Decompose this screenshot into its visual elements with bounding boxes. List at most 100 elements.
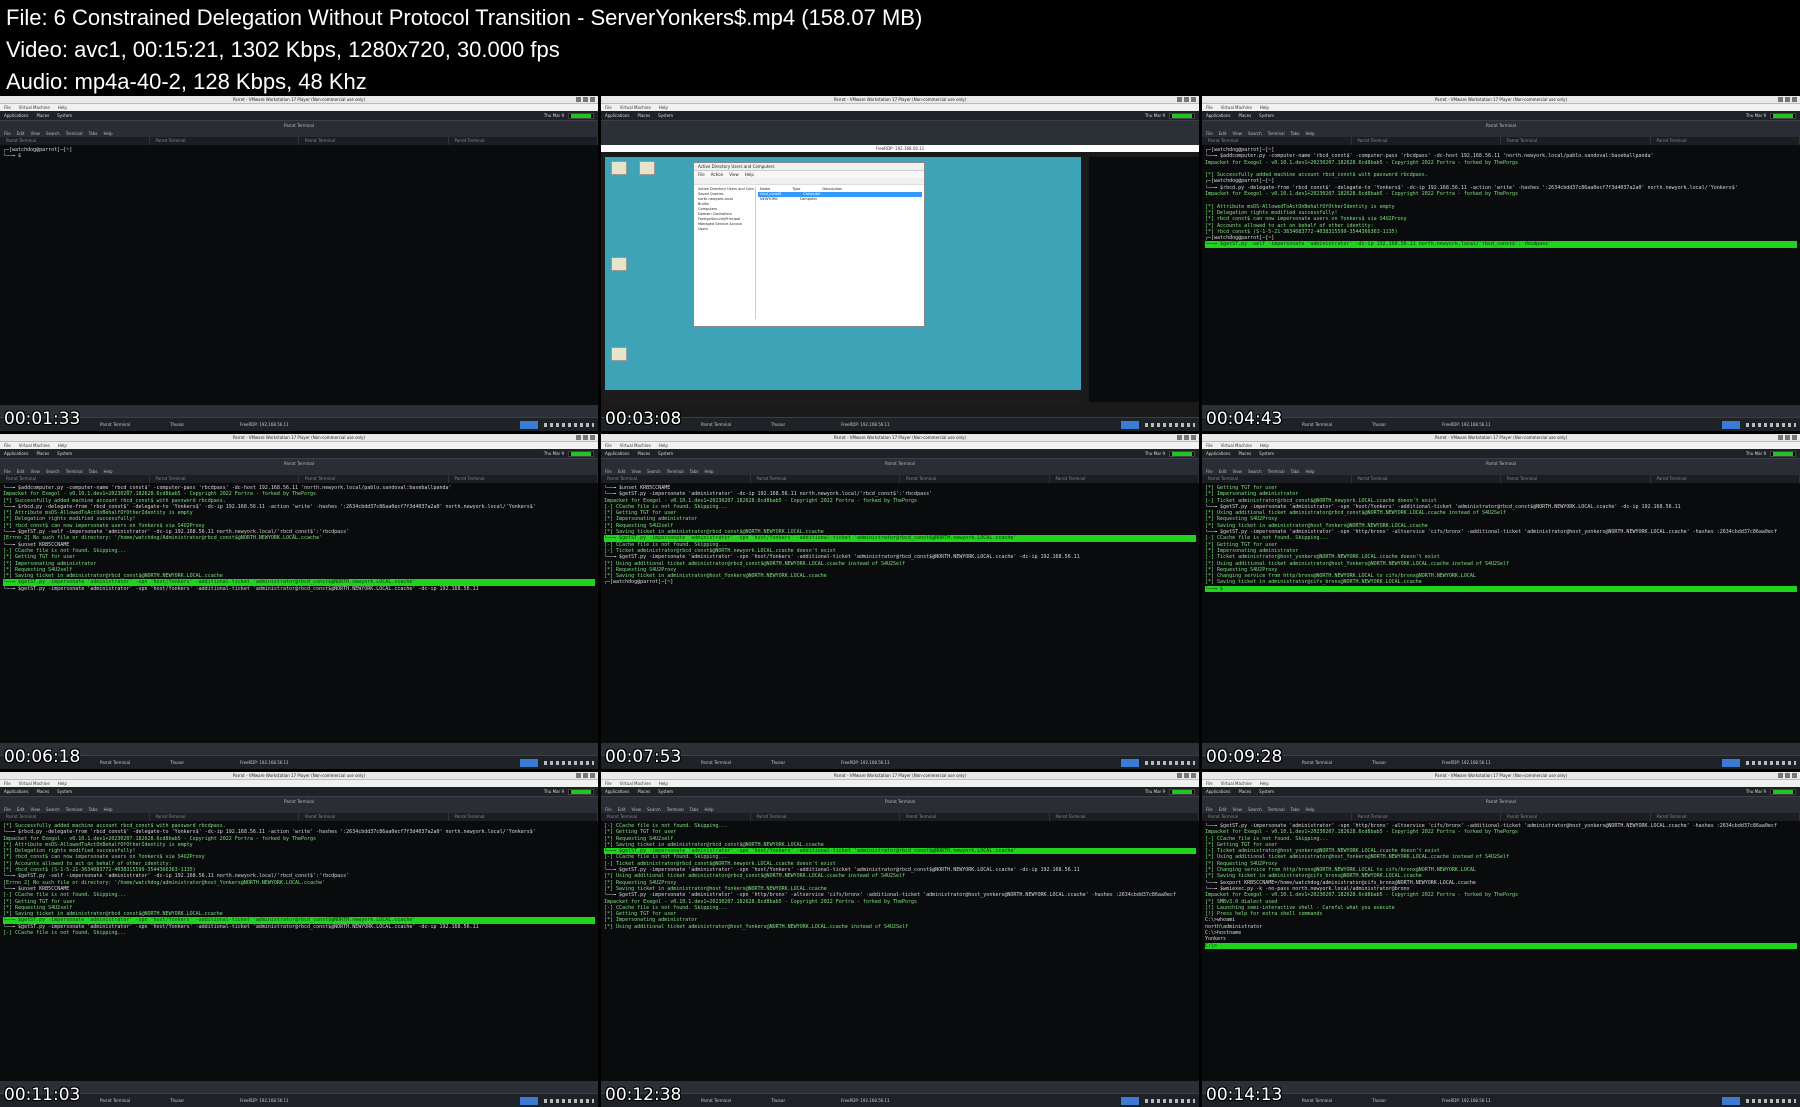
taskbar-item[interactable]: Parrot Terminal bbox=[701, 1097, 731, 1105]
panel-menu-item[interactable]: System bbox=[658, 111, 673, 121]
panel-menu-item[interactable]: System bbox=[1259, 787, 1274, 797]
terminal-menu-item[interactable]: Help bbox=[103, 468, 112, 475]
taskbar-item[interactable]: Parrot Terminal bbox=[701, 421, 731, 429]
terminal-menu-item[interactable]: Help bbox=[1305, 806, 1314, 813]
terminal-menu-item[interactable]: Terminal bbox=[667, 806, 684, 813]
minimize-icon[interactable] bbox=[576, 435, 581, 440]
vm-menu-item[interactable]: Help bbox=[58, 104, 67, 111]
terminal-menu-item[interactable]: File bbox=[1206, 806, 1213, 813]
terminal-menu-item[interactable]: Search bbox=[46, 806, 60, 813]
terminal-menu-item[interactable]: Edit bbox=[17, 806, 25, 813]
terminal-menu-item[interactable]: Help bbox=[103, 130, 112, 137]
taskbar-item[interactable]: Thunar bbox=[771, 759, 785, 767]
maximize-icon[interactable] bbox=[1785, 97, 1790, 102]
terminal-menu-item[interactable]: File bbox=[1206, 468, 1213, 475]
panel-menu-item[interactable]: System bbox=[57, 111, 72, 121]
terminal-tab[interactable]: Parrot Terminal bbox=[601, 813, 751, 821]
terminal-menu-item[interactable]: Help bbox=[1305, 468, 1314, 475]
terminal-tab[interactable]: Parrot Terminal bbox=[601, 475, 751, 483]
menu-item[interactable]: Action bbox=[711, 171, 724, 178]
terminal-tab[interactable]: Parrot Terminal bbox=[449, 813, 598, 821]
workspace-switcher[interactable] bbox=[1722, 421, 1740, 429]
terminal-menu-item[interactable]: View bbox=[1232, 130, 1242, 137]
close-icon[interactable] bbox=[1191, 773, 1196, 778]
terminal-menu-item[interactable]: File bbox=[4, 806, 11, 813]
workspace-switcher[interactable] bbox=[520, 759, 538, 767]
panel-menu-item[interactable]: System bbox=[57, 787, 72, 797]
terminal-menu-item[interactable]: File bbox=[4, 468, 11, 475]
close-icon[interactable] bbox=[1191, 435, 1196, 440]
panel-menu-item[interactable]: Applications bbox=[4, 449, 28, 459]
panel-menu-item[interactable]: Places bbox=[1238, 449, 1251, 459]
panel-menu-item[interactable]: Applications bbox=[605, 449, 629, 459]
taskbar-item[interactable]: Parrot Terminal bbox=[100, 1097, 130, 1105]
terminal-tab[interactable]: Parrot Terminal bbox=[1202, 137, 1352, 145]
vm-menu-item[interactable]: Help bbox=[1260, 780, 1269, 787]
terminal-menu-item[interactable]: Terminal bbox=[1268, 468, 1285, 475]
terminal-tab[interactable]: Parrot Terminal bbox=[150, 137, 299, 145]
desktop-file-icon[interactable] bbox=[611, 257, 627, 271]
workspace-switcher[interactable] bbox=[520, 421, 538, 429]
close-icon[interactable] bbox=[1792, 773, 1797, 778]
vm-menu-item[interactable]: Virtual Machine bbox=[1221, 780, 1252, 787]
terminal-menu-item[interactable]: File bbox=[4, 130, 11, 137]
taskbar-item[interactable]: Thunar bbox=[1372, 421, 1386, 429]
terminal-menu-item[interactable]: Terminal bbox=[1268, 130, 1285, 137]
terminal-tab[interactable]: Parrot Terminal bbox=[1202, 813, 1352, 821]
vm-menu-item[interactable]: Virtual Machine bbox=[620, 780, 651, 787]
terminal-menu-item[interactable]: Terminal bbox=[66, 130, 83, 137]
terminal-menu-item[interactable]: View bbox=[631, 806, 641, 813]
taskbar-item[interactable]: Parrot Terminal bbox=[100, 421, 130, 429]
terminal-menu-item[interactable]: Edit bbox=[17, 130, 25, 137]
minimize-icon[interactable] bbox=[576, 97, 581, 102]
video-thumbnail[interactable]: Parrot - VMware Workstation 17 Player (N… bbox=[601, 772, 1199, 1107]
vm-menu-item[interactable]: File bbox=[1206, 104, 1213, 111]
terminal-menu-item[interactable]: Terminal bbox=[1268, 806, 1285, 813]
vm-menu-item[interactable]: File bbox=[4, 104, 11, 111]
terminal-menu-item[interactable]: Edit bbox=[1219, 468, 1227, 475]
terminal-tab[interactable]: Parrot Terminal bbox=[1202, 475, 1352, 483]
terminal-output[interactable]: └──╼ $unset KRB5CCNAME └──╼ $getST.py -im… bbox=[601, 483, 1199, 743]
panel-menu-item[interactable]: Applications bbox=[4, 111, 28, 121]
panel-menu-item[interactable]: Places bbox=[637, 111, 650, 121]
taskbar-item[interactable]: Thunar bbox=[1372, 759, 1386, 767]
taskbar-item[interactable]: FreeRDP: 192.168.56.11 bbox=[841, 1097, 890, 1105]
terminal-tab[interactable]: Parrot Terminal bbox=[150, 475, 299, 483]
minimize-icon[interactable] bbox=[1778, 773, 1783, 778]
maximize-icon[interactable] bbox=[583, 773, 588, 778]
video-thumbnail[interactable]: Parrot - VMware Workstation 17 Player (N… bbox=[0, 96, 598, 431]
terminal-menu-item[interactable]: Tabs bbox=[89, 130, 98, 137]
workspace-switcher[interactable] bbox=[520, 1097, 538, 1105]
workspace-switcher[interactable] bbox=[1722, 759, 1740, 767]
terminal-menu-item[interactable]: Tabs bbox=[1291, 806, 1300, 813]
video-thumbnail[interactable]: Parrot - VMware Workstation 17 Player (N… bbox=[1202, 434, 1800, 769]
terminal-tab[interactable]: Parrot Terminal bbox=[900, 475, 1050, 483]
panel-menu-item[interactable]: System bbox=[658, 787, 673, 797]
terminal-tab[interactable]: Parrot Terminal bbox=[1352, 813, 1501, 821]
terminal-menu-item[interactable]: File bbox=[1206, 130, 1213, 137]
panel-menu-item[interactable]: Places bbox=[36, 787, 49, 797]
workspace-switcher[interactable] bbox=[1121, 1097, 1139, 1105]
vm-menu-item[interactable]: File bbox=[605, 442, 612, 449]
video-thumbnail[interactable]: Parrot - VMware Workstation 17 Player (N… bbox=[601, 96, 1199, 431]
terminal-menu-item[interactable]: View bbox=[30, 806, 40, 813]
vm-menu-item[interactable]: Help bbox=[58, 780, 67, 787]
vm-menu-item[interactable]: Virtual Machine bbox=[620, 104, 651, 111]
vm-menu-item[interactable]: Virtual Machine bbox=[1221, 104, 1252, 111]
taskbar-item[interactable]: FreeRDP: 192.168.56.11 bbox=[1442, 759, 1491, 767]
terminal-menu-item[interactable]: View bbox=[30, 130, 40, 137]
panel-menu-item[interactable]: System bbox=[658, 449, 673, 459]
close-icon[interactable] bbox=[590, 435, 595, 440]
minimize-icon[interactable] bbox=[1778, 97, 1783, 102]
terminal-tab[interactable]: Parrot Terminal bbox=[1501, 813, 1651, 821]
close-icon[interactable] bbox=[590, 97, 595, 102]
taskbar-item[interactable]: Thunar bbox=[170, 759, 184, 767]
terminal-tab[interactable]: Parrot Terminal bbox=[1651, 137, 1800, 145]
vm-menu-item[interactable]: Virtual Machine bbox=[19, 780, 50, 787]
taskbar-item[interactable]: FreeRDP: 192.168.56.11 bbox=[1442, 421, 1491, 429]
taskbar-item[interactable]: Thunar bbox=[771, 1097, 785, 1105]
vm-menu-item[interactable]: Help bbox=[1260, 104, 1269, 111]
terminal-menu-item[interactable]: View bbox=[1232, 806, 1242, 813]
workspace-switcher[interactable] bbox=[1722, 1097, 1740, 1105]
vm-menu-item[interactable]: Virtual Machine bbox=[19, 442, 50, 449]
